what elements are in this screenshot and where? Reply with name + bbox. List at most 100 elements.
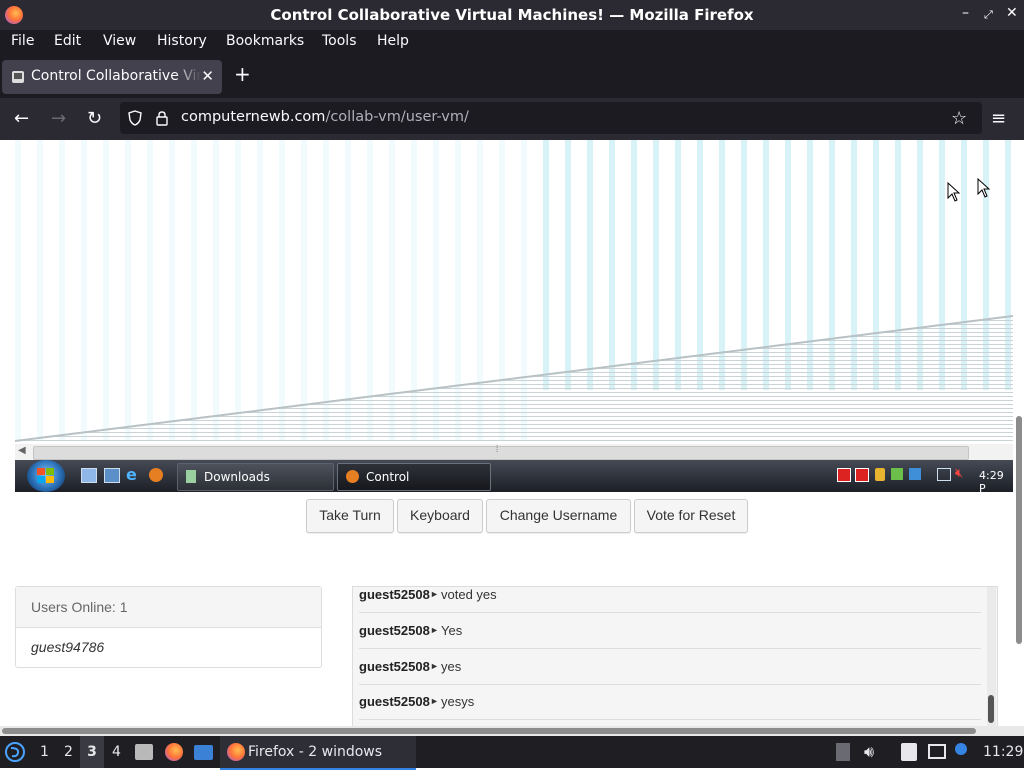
menu-history[interactable]: History <box>157 33 207 49</box>
new-tab-icon[interactable]: + <box>234 62 251 86</box>
window-title: Control Collaborative Virtual Machines! … <box>270 6 754 24</box>
vm-taskbar-firefox[interactable]: Control Collaborativ... <box>337 463 491 510</box>
firefox-icon <box>346 470 359 483</box>
close-window-icon[interactable]: ✕ <box>1006 5 1018 21</box>
vm-taskbar-downloads[interactable]: Downloads <box>177 463 334 491</box>
scroll-left-icon[interactable]: ◀ <box>18 445 26 456</box>
chat-text: voted yes <box>441 587 497 602</box>
vm-cursor-icon <box>977 178 991 198</box>
os-taskbar: 1 2 3 4 Firefox - 2 windows 🔊︎ 11:29 <box>0 736 1024 770</box>
tray-update-icon[interactable] <box>955 743 967 755</box>
chat-username: guest52508 <box>359 587 430 602</box>
menu-file[interactable]: File <box>11 33 34 49</box>
vm-cursor-icon <box>947 182 961 202</box>
keyboard-button[interactable]: Keyboard <box>397 499 483 533</box>
chat-text: Yes <box>441 623 463 638</box>
tray-clipboard-icon[interactable] <box>836 743 850 761</box>
vm-taskbar-label: Downloads <box>204 470 270 484</box>
chat-message: guest52508 ► Yes <box>359 613 981 649</box>
vm-display[interactable] <box>15 140 1013 492</box>
users-online-panel: Users Online: 1 guest94786 <box>15 586 322 668</box>
vm-tray-security-icon[interactable] <box>891 468 903 480</box>
take-turn-button[interactable]: Take Turn <box>306 499 394 533</box>
url-domain: computernewb.com <box>181 109 326 125</box>
vm-tray-network-icon[interactable] <box>937 468 951 481</box>
chat-message: guest52508 ► voted yes <box>359 587 981 613</box>
taskbar-window-label: Firefox - 2 windows <box>248 744 383 760</box>
navigation-bar: ← → ↻ computernewb.com/collab-vm/user-vm… <box>0 98 1024 140</box>
minimize-icon[interactable]: – <box>962 5 969 21</box>
vm-scroll-thumb[interactable]: ⦙ <box>33 444 969 460</box>
page-scroll-thumb[interactable] <box>1016 416 1022 644</box>
vm-show-desktop-icon[interactable] <box>81 468 97 483</box>
vm-switch-windows-icon[interactable] <box>104 468 120 483</box>
windows-logo-icon <box>37 468 54 483</box>
files-icon[interactable] <box>135 744 153 760</box>
maximize-icon[interactable]: ⤢ <box>984 8 993 22</box>
network-icon[interactable] <box>928 744 946 759</box>
menu-help[interactable]: Help <box>377 33 409 49</box>
url-path: /collab-vm/user-vm/ <box>325 109 469 125</box>
vm-tray-adobe-icon[interactable] <box>837 468 851 482</box>
lock-icon[interactable] <box>155 110 169 126</box>
menu-edit[interactable]: Edit <box>54 33 81 49</box>
workspace-3-active[interactable]: 3 <box>80 736 104 768</box>
vm-firefox-icon[interactable] <box>149 468 163 482</box>
firefox-launcher-icon[interactable] <box>165 743 183 761</box>
vm-taskbar: e Downloads Control Collaborativ... 🔇︎ 4… <box>15 460 1013 510</box>
app-menu-icon[interactable]: ≡ <box>991 108 1006 129</box>
vm-tray-shield-icon[interactable] <box>875 468 885 481</box>
vm-horizontal-scrollbar[interactable]: ◀ ⦙ <box>15 444 1013 460</box>
shield-icon[interactable] <box>127 110 143 126</box>
vm-start-button[interactable] <box>27 460 65 492</box>
chat-username: guest52508 <box>359 623 430 638</box>
chat-text: yesys <box>441 694 475 709</box>
chat-panel[interactable]: guest52508 ► voted yes guest52508 ► Yes … <box>352 586 998 728</box>
app-launcher-icon[interactable] <box>5 742 25 762</box>
vm-screen-graphic <box>15 140 1013 460</box>
vm-clock: 4:29 P <box>979 469 1004 495</box>
page-horizontal-scrollbar[interactable] <box>0 726 1024 736</box>
menu-bar: File Edit View History Bookmarks Tools H… <box>0 30 1024 56</box>
vote-reset-button[interactable]: Vote for Reset <box>634 499 748 533</box>
tray-notes-icon[interactable] <box>901 743 917 761</box>
firefox-icon <box>227 743 245 761</box>
workspace-1[interactable]: 1 <box>40 744 49 760</box>
vm-tray-app-icon[interactable] <box>909 468 921 480</box>
chat-scrollbar[interactable] <box>987 587 996 727</box>
page-vertical-scrollbar[interactable] <box>1014 140 1024 726</box>
chat-message: guest52508 ► yes <box>359 649 981 685</box>
arrow-icon: ► <box>430 589 439 599</box>
tab-close-icon[interactable]: ✕ <box>201 67 214 85</box>
tab-strip: Control Collaborative Virtual Machines! … <box>0 56 1024 98</box>
users-online-header: Users Online: 1 <box>16 587 321 628</box>
vm-ie-icon[interactable]: e <box>126 465 137 484</box>
workspace-2[interactable]: 2 <box>64 744 73 760</box>
page-hscroll-thumb[interactable] <box>2 728 976 734</box>
url-bar[interactable]: computernewb.com/collab-vm/user-vm/ <box>120 102 982 134</box>
menu-tools[interactable]: Tools <box>322 33 357 49</box>
menu-bookmarks[interactable]: Bookmarks <box>226 33 304 49</box>
menu-view[interactable]: View <box>103 33 136 49</box>
chat-message: guest52508 ► yesys <box>359 684 981 720</box>
arrow-icon: ► <box>430 625 439 635</box>
user-list-item[interactable]: guest94786 <box>16 628 321 667</box>
site-favicon-icon <box>12 71 24 83</box>
os-clock: 11:29 <box>983 744 1024 760</box>
taskbar-firefox-window[interactable]: Firefox - 2 windows <box>220 736 416 770</box>
vm-tray-adobe-icon[interactable] <box>855 468 869 482</box>
forward-icon[interactable]: → <box>51 108 66 129</box>
chat-username: guest52508 <box>359 694 430 709</box>
workspace-4[interactable]: 4 <box>112 744 121 760</box>
bookmark-star-icon[interactable]: ☆ <box>951 108 967 129</box>
vm-tray-volume-muted-icon[interactable]: 🔇︎ <box>955 466 963 481</box>
terminal-icon[interactable] <box>194 745 213 760</box>
reload-icon[interactable]: ↻ <box>87 108 102 129</box>
chat-scroll-thumb[interactable] <box>988 695 994 723</box>
tab-active[interactable]: Control Collaborative Virtual Machines! … <box>2 60 222 94</box>
volume-icon[interactable]: 🔊︎ <box>864 742 874 762</box>
url-text: computernewb.com/collab-vm/user-vm/ <box>181 109 469 125</box>
arrow-icon: ► <box>430 696 439 706</box>
back-icon[interactable]: ← <box>14 108 29 129</box>
change-username-button[interactable]: Change Username <box>486 499 631 533</box>
